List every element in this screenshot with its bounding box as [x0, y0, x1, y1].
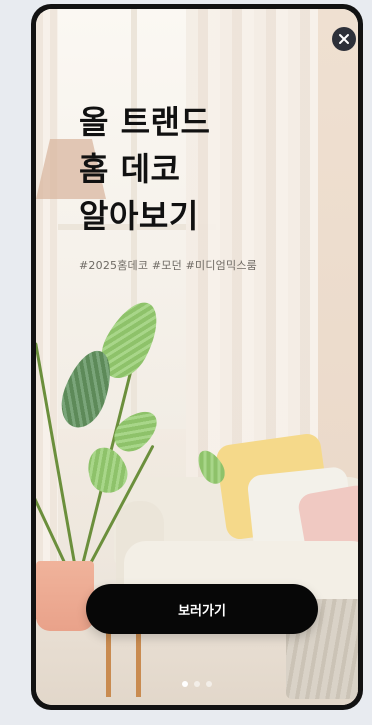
pagination-dot[interactable] [194, 681, 200, 687]
headline-line: 홈 데코 [79, 150, 181, 188]
pagination-dot[interactable] [206, 681, 212, 687]
headline-line: 알아보기 [79, 197, 199, 235]
plant-pot-illustration [36, 561, 94, 631]
curtain-illustration [36, 9, 58, 649]
close-icon [339, 34, 349, 44]
carousel-pagination [36, 681, 358, 687]
headline-line: 올 트랜드 [79, 103, 211, 141]
promo-modal: 올 트랜드 홈 데코 알아보기 #2025홈데코 #모던 #미디엄믹스룸 보러가… [31, 4, 363, 710]
promo-hashtags: #2025홈데코 #모던 #미디엄믹스룸 [79, 259, 257, 272]
promo-banner-image: 올 트랜드 홈 데코 알아보기 #2025홈데코 #모던 #미디엄믹스룸 보러가… [36, 9, 358, 705]
pagination-dot-active[interactable] [182, 681, 188, 687]
promo-headline: 올 트랜드 홈 데코 알아보기 [79, 99, 319, 240]
close-button[interactable] [332, 27, 356, 51]
view-more-button[interactable]: 보러가기 [86, 584, 318, 634]
